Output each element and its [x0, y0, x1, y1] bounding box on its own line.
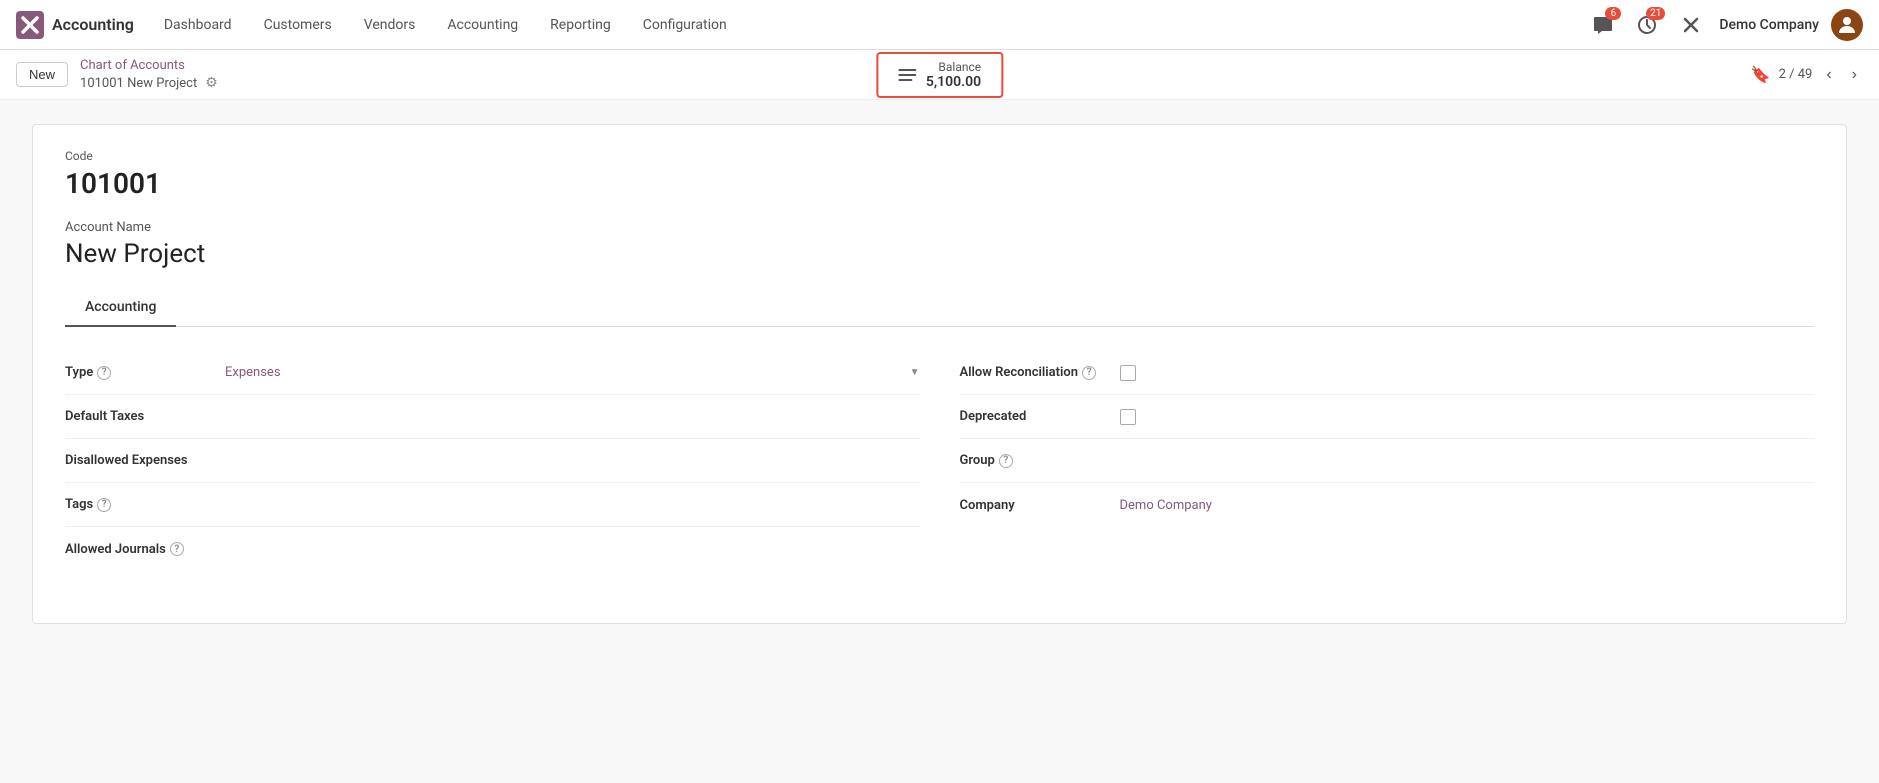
type-row: Type ? Expenses ▼ [65, 351, 920, 395]
nav-configuration[interactable]: Configuration [629, 11, 741, 39]
activities-button[interactable]: 21 [1631, 9, 1663, 41]
allowed-journals-row: Allowed Journals ? [65, 527, 920, 571]
left-col: Type ? Expenses ▼ Default Taxes [65, 351, 920, 571]
right-col: Allow Reconciliation ? Deprecated [960, 351, 1815, 571]
allow-reconciliation-checkbox[interactable] [1120, 365, 1136, 381]
allowed-journals-help-icon[interactable]: ? [170, 542, 184, 556]
nav-right: 6 21 Demo Company [1587, 9, 1863, 41]
form-two-col: Type ? Expenses ▼ Default Taxes [65, 351, 1814, 571]
allow-reconciliation-label: Allow Reconciliation ? [960, 365, 1120, 380]
account-name-field-group: Account Name New Project [65, 220, 1814, 269]
deprecated-label: Deprecated [960, 409, 1120, 424]
group-label: Group ? [960, 453, 1120, 468]
balance-lines-icon [898, 69, 916, 81]
allow-reconciliation-value [1120, 365, 1815, 381]
tags-help-icon[interactable]: ? [97, 498, 111, 512]
nav-reporting[interactable]: Reporting [536, 11, 625, 39]
close-apps-button[interactable] [1675, 9, 1707, 41]
disallowed-expenses-label: Disallowed Expenses [65, 453, 225, 468]
default-taxes-row: Default Taxes [65, 395, 920, 439]
avatar[interactable] [1831, 9, 1863, 41]
breadcrumb-parent-link[interactable]: Chart of Accounts [80, 58, 218, 73]
type-dropdown-arrow: ▼ [910, 367, 920, 378]
settings-gear-icon[interactable]: ⚙ [205, 75, 218, 91]
close-apps-icon [1681, 15, 1701, 35]
avatar-icon [1835, 13, 1859, 37]
pagination: 🔖 2 / 49 ‹ › [1751, 62, 1863, 88]
tags-row: Tags ? [65, 483, 920, 527]
balance-line-2 [898, 74, 916, 76]
company-row: Company Demo Company [960, 483, 1815, 527]
breadcrumb-current: 101001 New Project ⚙ [80, 75, 218, 91]
breadcrumb-bar: New Chart of Accounts 101001 New Project… [0, 50, 1879, 100]
nav-menu: Dashboard Customers Vendors Accounting R… [150, 11, 1588, 39]
balance-widget[interactable]: Balance 5,100.00 [876, 52, 1003, 98]
breadcrumb-current-text: 101001 New Project [80, 76, 197, 91]
group-help-icon[interactable]: ? [999, 454, 1013, 468]
nav-dashboard[interactable]: Dashboard [150, 11, 246, 39]
deprecated-value [1120, 409, 1815, 425]
type-label: Type ? [65, 365, 225, 380]
company-value: Demo Company [1120, 498, 1815, 513]
balance-line-3 [898, 79, 912, 81]
odoo-logo-icon [16, 11, 44, 39]
default-taxes-label: Default Taxes [65, 409, 225, 424]
nav-accounting[interactable]: Accounting [433, 11, 532, 39]
deprecated-checkbox[interactable] [1120, 409, 1136, 425]
nav-logo[interactable]: Accounting [16, 11, 134, 39]
disallowed-expenses-row: Disallowed Expenses [65, 439, 920, 483]
balance-line-1 [898, 69, 916, 71]
type-value[interactable]: Expenses ▼ [225, 365, 920, 380]
company-label: Company [960, 498, 1120, 513]
allow-reconciliation-row: Allow Reconciliation ? [960, 351, 1815, 395]
activities-badge: 21 [1646, 7, 1665, 20]
nav-customers[interactable]: Customers [250, 11, 346, 39]
company-link[interactable]: Demo Company [1120, 498, 1212, 513]
deprecated-row: Deprecated [960, 395, 1815, 439]
tabs-bar: Accounting [65, 289, 1814, 327]
code-value[interactable]: 101001 [65, 167, 1814, 200]
messages-badge: 6 [1605, 7, 1621, 20]
company-name-label: Demo Company [1719, 17, 1819, 33]
top-nav: Accounting Dashboard Customers Vendors A… [0, 0, 1879, 50]
tags-label: Tags ? [65, 497, 225, 512]
tab-accounting[interactable]: Accounting [65, 289, 176, 327]
page-info: 2 / 49 [1779, 67, 1813, 82]
allowed-journals-label: Allowed Journals ? [65, 542, 225, 557]
group-row: Group ? [960, 439, 1815, 483]
account-name-value[interactable]: New Project [65, 239, 1814, 269]
next-page-button[interactable]: › [1846, 62, 1863, 88]
account-name-label: Account Name [65, 220, 1814, 235]
new-button[interactable]: New [16, 62, 68, 87]
app-title: Accounting [52, 15, 134, 34]
record-card: Code 101001 Account Name New Project Acc… [32, 124, 1847, 624]
code-label: Code [65, 149, 1814, 163]
type-help-icon[interactable]: ? [97, 366, 111, 380]
nav-vendors[interactable]: Vendors [350, 11, 430, 39]
messages-button[interactable]: 6 [1587, 9, 1619, 41]
prev-page-button[interactable]: ‹ [1820, 62, 1837, 88]
bookmark-icon[interactable]: 🔖 [1751, 65, 1771, 84]
balance-info: Balance 5,100.00 [926, 60, 981, 90]
breadcrumb: Chart of Accounts 101001 New Project ⚙ [80, 58, 218, 91]
balance-value: 5,100.00 [926, 74, 981, 90]
code-field-group: Code 101001 [65, 149, 1814, 200]
main-content: Code 101001 Account Name New Project Acc… [0, 100, 1879, 783]
balance-label: Balance [938, 60, 981, 74]
allow-reconciliation-help-icon[interactable]: ? [1082, 366, 1096, 380]
